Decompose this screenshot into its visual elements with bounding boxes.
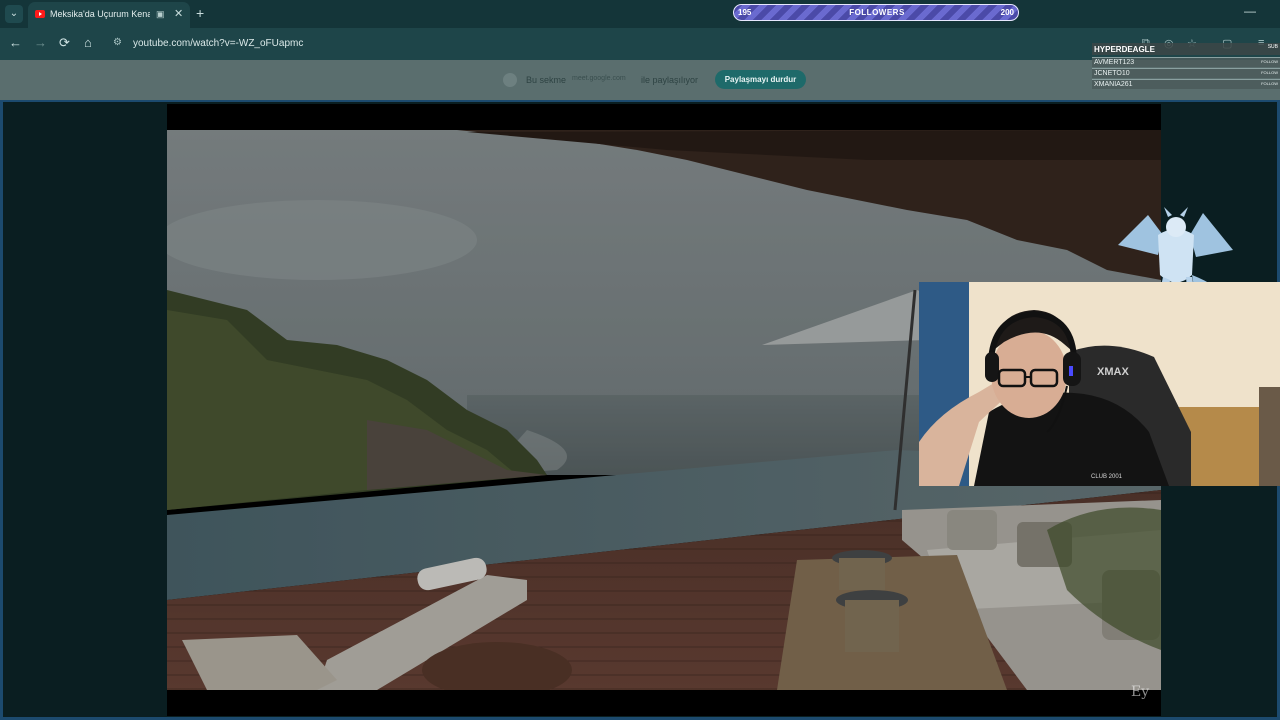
subscriber-name: HYPERDEAGLE xyxy=(1094,45,1155,54)
recent-follow-entry: JCNETO10 FOLLOW xyxy=(1092,68,1280,78)
chair-brand-text: XMAX xyxy=(1097,366,1129,378)
address-bar[interactable]: youtube.com/watch?v=-WZ_oFUapmc xyxy=(133,38,303,49)
tab-close-icon[interactable]: ✕ xyxy=(174,7,183,20)
site-settings-icon[interactable]: ⚙ xyxy=(113,37,122,48)
recent-follow-entry: AVMERT123 FOLLOW xyxy=(1092,57,1280,67)
event-type-label: FOLLOW xyxy=(1261,81,1278,86)
new-tab-button[interactable]: + xyxy=(196,5,204,21)
video-letterbox xyxy=(167,690,1161,716)
event-type-label: SUB xyxy=(1267,44,1278,50)
follower-name: AVMERT123 xyxy=(1094,59,1135,66)
sharing-domain-text: meet.google.com xyxy=(572,75,626,82)
follower-name: JCNETO10 xyxy=(1094,70,1130,77)
recent-sub-entry: HYPERDEAGLE SUB xyxy=(1092,43,1280,55)
address-toolbar: ← → ⟳ ⌂ ⚙ youtube.com/watch?v=-WZ_oFUapm… xyxy=(0,28,1280,60)
tab-bar: ⌄ Meksika'da Uçurum Kenarı ▣ ✕ + — xyxy=(0,0,1280,28)
followers-label: FOLLOWERS xyxy=(849,8,905,17)
followers-goal-bar: 195 FOLLOWERS 200 xyxy=(733,4,1019,21)
window-minimize-button[interactable]: — xyxy=(1244,4,1256,18)
recent-events-list: HYPERDEAGLE SUB AVMERT123 FOLLOW JCNETO1… xyxy=(1092,43,1280,91)
forward-button[interactable]: → xyxy=(34,35,47,50)
sharing-suffix-text: ile paylaşılıyor xyxy=(641,75,699,85)
recent-follow-entry: XMANIA261 FOLLOW xyxy=(1092,79,1280,89)
tab-list-button[interactable]: ⌄ xyxy=(5,5,23,23)
home-button[interactable]: ⌂ xyxy=(84,35,92,50)
followers-goal-count: 200 xyxy=(1000,8,1014,17)
follower-name: XMANIA261 xyxy=(1094,81,1133,88)
video-watermark: Ey xyxy=(1131,684,1150,700)
event-type-label: FOLLOW xyxy=(1261,59,1278,64)
browser-tab[interactable]: Meksika'da Uçurum Kenarı ▣ ✕ xyxy=(28,2,190,28)
event-type-label: FOLLOW xyxy=(1261,70,1278,75)
sharing-prefix-text: Bu sekme xyxy=(526,75,567,85)
back-button[interactable]: ← xyxy=(9,35,22,50)
reload-button[interactable]: ⟳ xyxy=(59,35,70,51)
sharing-indicator-icon xyxy=(503,73,517,87)
tab-cast-icon: ▣ xyxy=(156,9,165,19)
youtube-favicon-icon xyxy=(35,10,45,18)
shirt-print-text: CLUB 2001 xyxy=(1091,474,1123,480)
webcam-feed-image: XMAX CLUB 2001 xyxy=(919,282,1280,486)
tab-title: Meksika'da Uçurum Kenarı xyxy=(50,9,150,19)
tab-sharing-bar xyxy=(0,60,1280,100)
stop-sharing-button[interactable]: Paylaşmayı durdur xyxy=(715,70,806,89)
screen: ⌄ Meksika'da Uçurum Kenarı ▣ ✕ + — ← → ⟳… xyxy=(0,0,1280,720)
